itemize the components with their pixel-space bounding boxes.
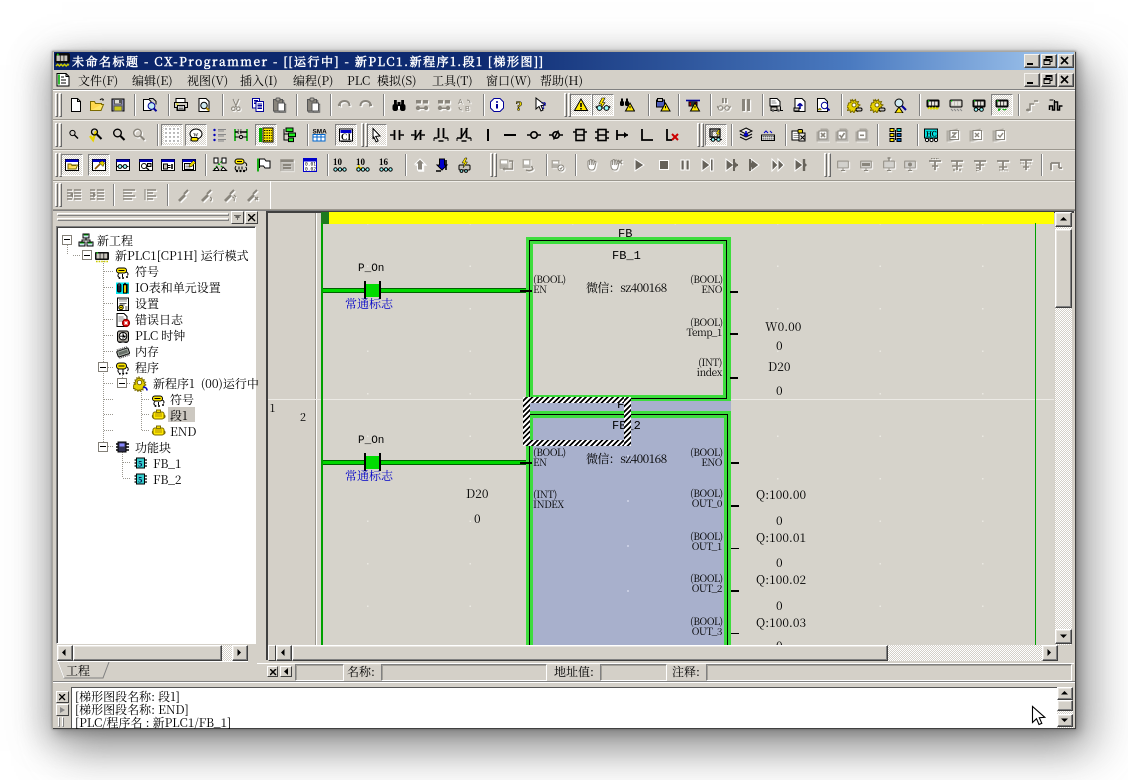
svg-text:H: H bbox=[237, 127, 242, 136]
svg-text:?: ? bbox=[541, 100, 547, 112]
svg-text:10: 10 bbox=[333, 157, 343, 167]
svg-text:16: 16 bbox=[379, 157, 389, 167]
svg-text:A: A bbox=[458, 99, 463, 106]
svg-text:5: 5 bbox=[138, 476, 142, 485]
svg-text:5: 5 bbox=[138, 460, 142, 469]
svg-text:CI: CI bbox=[341, 132, 351, 142]
svg-text:?: ? bbox=[516, 100, 523, 114]
svg-text:0.02: 0.02 bbox=[305, 167, 316, 173]
svg-text:10: 10 bbox=[356, 157, 366, 167]
svg-text:B: B bbox=[465, 106, 470, 113]
